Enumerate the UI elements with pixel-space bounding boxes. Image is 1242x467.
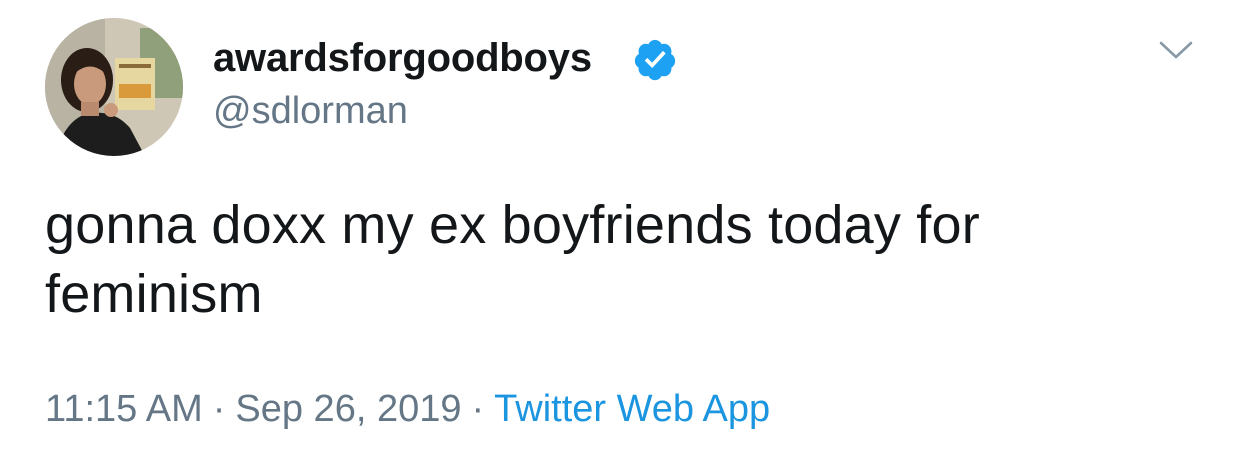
meta-separator: · — [471, 388, 485, 430]
meta-separator: · — [212, 388, 226, 430]
chevron-down-icon[interactable] — [1158, 36, 1194, 64]
tweet-source-link[interactable]: Twitter Web App — [494, 388, 770, 430]
tweet-metadata: 11:15 AM · Sep 26, 2019 · Twitter Web App — [45, 386, 770, 432]
user-handle[interactable]: @sdlorman — [213, 88, 408, 134]
tweet-card: awardsforgoodboys @sdlorman gonna doxx m… — [0, 0, 1242, 467]
tweet-date[interactable]: Sep 26, 2019 — [235, 388, 461, 430]
avatar[interactable] — [45, 18, 183, 156]
display-name[interactable]: awardsforgoodboys — [213, 34, 592, 82]
tweet-text: gonna doxx my ex boyfriends today for fe… — [45, 195, 980, 324]
tweet-time[interactable]: 11:15 AM — [45, 388, 203, 430]
verified-badge-icon — [634, 39, 676, 81]
avatar-photo — [45, 18, 183, 156]
